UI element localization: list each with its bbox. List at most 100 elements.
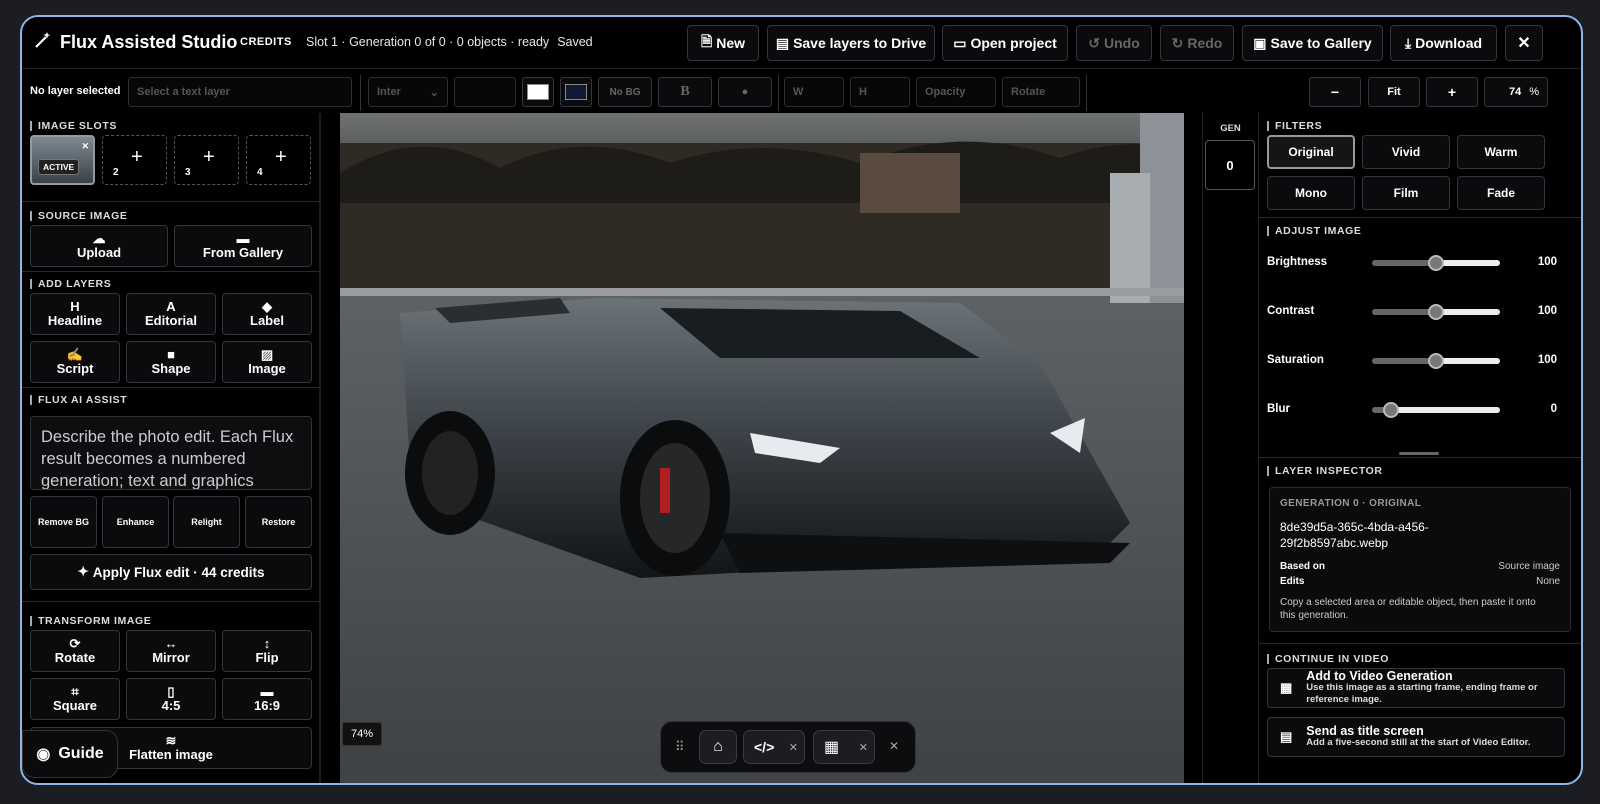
redo-button[interactable]: ↻ Redo bbox=[1160, 25, 1234, 61]
no-bg-button[interactable]: No BG bbox=[598, 77, 652, 107]
tag-icon: ◆ bbox=[262, 299, 272, 314]
enhance-button[interactable]: Enhance bbox=[102, 496, 169, 548]
width-input[interactable]: W bbox=[784, 77, 844, 107]
slider-track[interactable] bbox=[1372, 304, 1500, 320]
slider-thumb[interactable] bbox=[1428, 255, 1444, 271]
divider bbox=[1086, 75, 1087, 111]
zoom-in-button[interactable]: + bbox=[1426, 77, 1478, 107]
save-layers-button[interactable]: ▤ Save layers to Drive bbox=[767, 25, 935, 61]
slider-track[interactable] bbox=[1372, 255, 1500, 271]
zoom-input[interactable]: 74% bbox=[1484, 77, 1548, 107]
compass-icon: ◉ bbox=[36, 746, 51, 763]
guide-button[interactable]: ◉ Guide bbox=[22, 730, 118, 778]
adjust-blur: Blur 0 bbox=[1267, 400, 1557, 420]
generation-0-button[interactable]: 0 bbox=[1205, 140, 1255, 190]
divider bbox=[22, 201, 321, 202]
height-input[interactable]: H bbox=[850, 77, 910, 107]
close-button[interactable]: ✕ bbox=[1505, 25, 1543, 61]
slot-3[interactable]: +3 bbox=[174, 135, 239, 185]
plus-icon: + bbox=[275, 146, 287, 168]
image-button[interactable]: ▨ Image bbox=[222, 341, 312, 383]
slider-track[interactable] bbox=[1372, 353, 1500, 369]
filter-film[interactable]: Film bbox=[1362, 176, 1450, 210]
canvas-image[interactable] bbox=[340, 113, 1184, 783]
resize-handle[interactable] bbox=[1399, 452, 1439, 455]
mirror-button[interactable]: ↔ Mirror bbox=[126, 630, 216, 672]
bg-color-swatch[interactable] bbox=[560, 77, 592, 107]
slider-thumb[interactable] bbox=[1428, 304, 1444, 320]
film-icon: ▦ bbox=[824, 739, 840, 756]
slider-track[interactable] bbox=[1372, 402, 1500, 418]
flux-title: FLUX AI ASSIST bbox=[30, 394, 127, 406]
credits-label[interactable]: CREDITS bbox=[240, 36, 292, 48]
apply-flux-button[interactable]: ✦ Apply Flux edit · 44 credits bbox=[30, 554, 312, 590]
close-icon[interactable]: ✕ bbox=[81, 141, 89, 152]
undo-button[interactable]: ↺ Undo bbox=[1076, 25, 1152, 61]
ratio-4-5-button[interactable]: ▯ 4:5 bbox=[126, 678, 216, 720]
home-button[interactable]: ⌂ bbox=[699, 730, 737, 764]
filter-warm[interactable]: Warm bbox=[1457, 135, 1545, 169]
restore-button[interactable]: Restore bbox=[245, 496, 312, 548]
open-project-button[interactable]: ▭ Open project bbox=[942, 25, 1068, 61]
font-select[interactable]: Inter ⌄ bbox=[368, 77, 448, 107]
image-slots-title: IMAGE SLOTS bbox=[30, 120, 117, 132]
rotate-input[interactable]: Rotate bbox=[1002, 77, 1080, 107]
drop-icon[interactable]: ● bbox=[718, 77, 772, 107]
headline-button[interactable]: H Headline bbox=[30, 293, 120, 335]
send-title-screen-button[interactable]: ▤ Send as title screen Add a five-second … bbox=[1267, 717, 1565, 757]
slot-2[interactable]: +2 bbox=[102, 135, 167, 185]
chevron-down-icon: ⌄ bbox=[429, 86, 439, 99]
title-screen-desc: Add a five-second still at the start of … bbox=[1306, 737, 1531, 748]
prompt-textarea[interactable]: Describe the photo edit. Each Flux resul… bbox=[30, 416, 312, 490]
script-label: Script bbox=[56, 361, 94, 376]
opacity-input[interactable]: Opacity bbox=[916, 77, 996, 107]
slider-thumb[interactable] bbox=[1428, 353, 1444, 369]
active-badge: ACTIVE bbox=[38, 159, 80, 175]
download-button[interactable]: ⤓ Download bbox=[1390, 25, 1497, 61]
save-gallery-button[interactable]: ▣ Save to Gallery bbox=[1242, 25, 1383, 61]
flip-button[interactable]: ↕ Flip bbox=[222, 630, 312, 672]
add-to-video-button[interactable]: ▦ Add to Video Generation Use this image … bbox=[1267, 668, 1565, 708]
relight-button[interactable]: Relight bbox=[173, 496, 240, 548]
filter-vivid[interactable]: Vivid bbox=[1362, 135, 1450, 169]
close-icon[interactable]: ✕ bbox=[789, 741, 798, 754]
slot-4[interactable]: +4 bbox=[246, 135, 311, 185]
text-color-swatch[interactable] bbox=[522, 77, 554, 107]
filter-original[interactable]: Original bbox=[1267, 135, 1355, 169]
app-window: Flux Assisted Studio CREDITS Slot 1 · Ge… bbox=[20, 15, 1583, 785]
shape-button[interactable]: ■ Shape bbox=[126, 341, 216, 383]
cloud-upload-icon: ☁ bbox=[92, 231, 106, 246]
filter-fade[interactable]: Fade bbox=[1457, 176, 1545, 210]
filter-mono[interactable]: Mono bbox=[1267, 176, 1355, 210]
upload-button[interactable]: ☁ Upload bbox=[30, 225, 168, 267]
text-layer-select[interactable]: Select a text layer bbox=[128, 77, 352, 107]
slot-1[interactable]: ✕ ACTIVE bbox=[30, 135, 95, 185]
label-button[interactable]: ◆ Label bbox=[222, 293, 312, 335]
slot-number: 3 bbox=[185, 167, 191, 178]
fit-button[interactable]: Fit bbox=[1368, 77, 1420, 107]
rotate-button[interactable]: ⟳ Rotate bbox=[30, 630, 120, 672]
divider bbox=[778, 75, 779, 111]
undo-label: Undo bbox=[1103, 35, 1140, 51]
square-button[interactable]: ⌗ Square bbox=[30, 678, 120, 720]
editorial-button[interactable]: A Editorial bbox=[126, 293, 216, 335]
inspector-card: GENERATION 0 · ORIGINAL 8de39d5a-365c-4b… bbox=[1269, 487, 1571, 632]
script-button[interactable]: ✍ Script bbox=[30, 341, 120, 383]
drag-handle-icon[interactable]: ⠿ bbox=[675, 739, 685, 755]
source-image-title: SOURCE IMAGE bbox=[30, 210, 127, 222]
film-button[interactable]: ▦ ✕ bbox=[813, 730, 875, 764]
add-to-video-text: Add to Video Generation Use this image as… bbox=[1306, 670, 1564, 706]
slider-thumb[interactable] bbox=[1383, 402, 1400, 418]
code-button[interactable]: </> ✕ bbox=[743, 730, 805, 764]
new-button[interactable]: 🗎 New bbox=[687, 25, 759, 61]
close-icon[interactable]: ✕ bbox=[859, 741, 868, 754]
divider bbox=[1259, 643, 1581, 644]
from-gallery-button[interactable]: ▬ From Gallery bbox=[174, 225, 312, 267]
open-project-label: Open project bbox=[970, 35, 1057, 51]
zoom-out-button[interactable]: − bbox=[1309, 77, 1361, 107]
remove-bg-button[interactable]: Remove BG bbox=[30, 496, 97, 548]
dock-close-icon[interactable]: ✕ bbox=[889, 739, 899, 753]
font-size-input[interactable] bbox=[454, 77, 516, 107]
bold-button[interactable]: B bbox=[658, 77, 712, 107]
ratio-16-9-button[interactable]: ▬ 16:9 bbox=[222, 678, 312, 720]
